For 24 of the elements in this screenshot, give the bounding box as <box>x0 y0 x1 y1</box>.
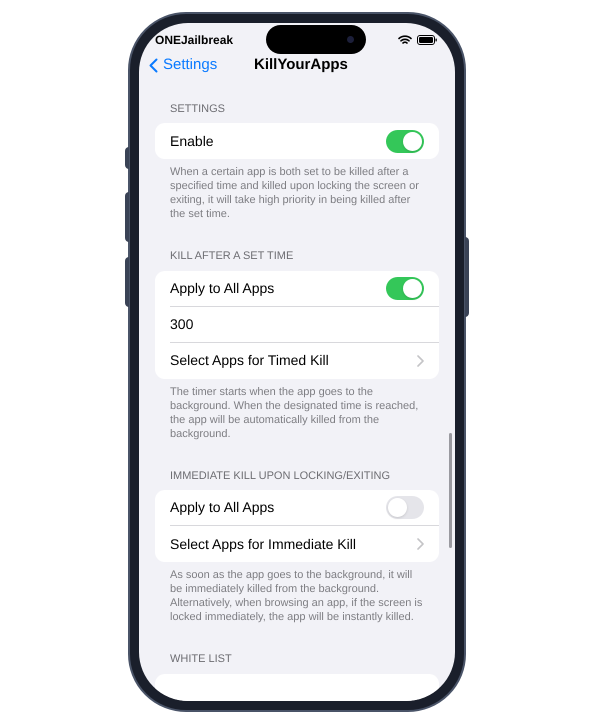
wifi-icon <box>398 34 412 44</box>
toggle-switch[interactable] <box>386 276 424 300</box>
page-title: KillYourApps <box>254 55 348 75</box>
chevron-right-icon <box>417 538 424 550</box>
section-header: IMMEDIATE KILL UPON LOCKING/EXITING <box>169 468 392 484</box>
back-button[interactable]: Settings <box>139 54 218 76</box>
row-label: Enable <box>170 132 214 150</box>
row-label: Apply to All Apps <box>170 278 274 298</box>
row-label: Apply to All Apps <box>170 498 274 517</box>
navigation-row[interactable]: Select Apps for Timed Kill <box>170 342 439 378</box>
toggle-switch[interactable] <box>386 130 424 152</box>
section-footer: The timer starts when the app goes to the background. When the designated time is reached, the app will be automatically killed from the background. <box>155 378 439 440</box>
section-header: WHITE LIST <box>169 652 233 667</box>
toggle-switch[interactable] <box>386 496 424 519</box>
navigation-row[interactable]: Select Apps for Immediate Kill <box>170 526 439 562</box>
section-footer: As soon as the app goes to the background, it will be immediately killed from the background. Alternatively, when browsing an app, if the screen is locked immediately, the app will be instantly killed. <box>155 562 439 624</box>
section-header: KILL AFTER A SET TIME <box>169 249 294 264</box>
section-header: SETTINGS <box>169 102 226 116</box>
carrier-name: ONEJailbreak <box>155 32 234 48</box>
chevron-left-icon <box>149 58 158 73</box>
battery-icon <box>416 34 437 44</box>
section-footer: When a certain app is both set to be killed after a specified time and killed upon locking the screen or exiting, it will take high priority in being killed after the set time. <box>155 159 439 221</box>
chevron-right-icon <box>417 354 424 366</box>
input-field[interactable]: 300 <box>170 314 424 334</box>
